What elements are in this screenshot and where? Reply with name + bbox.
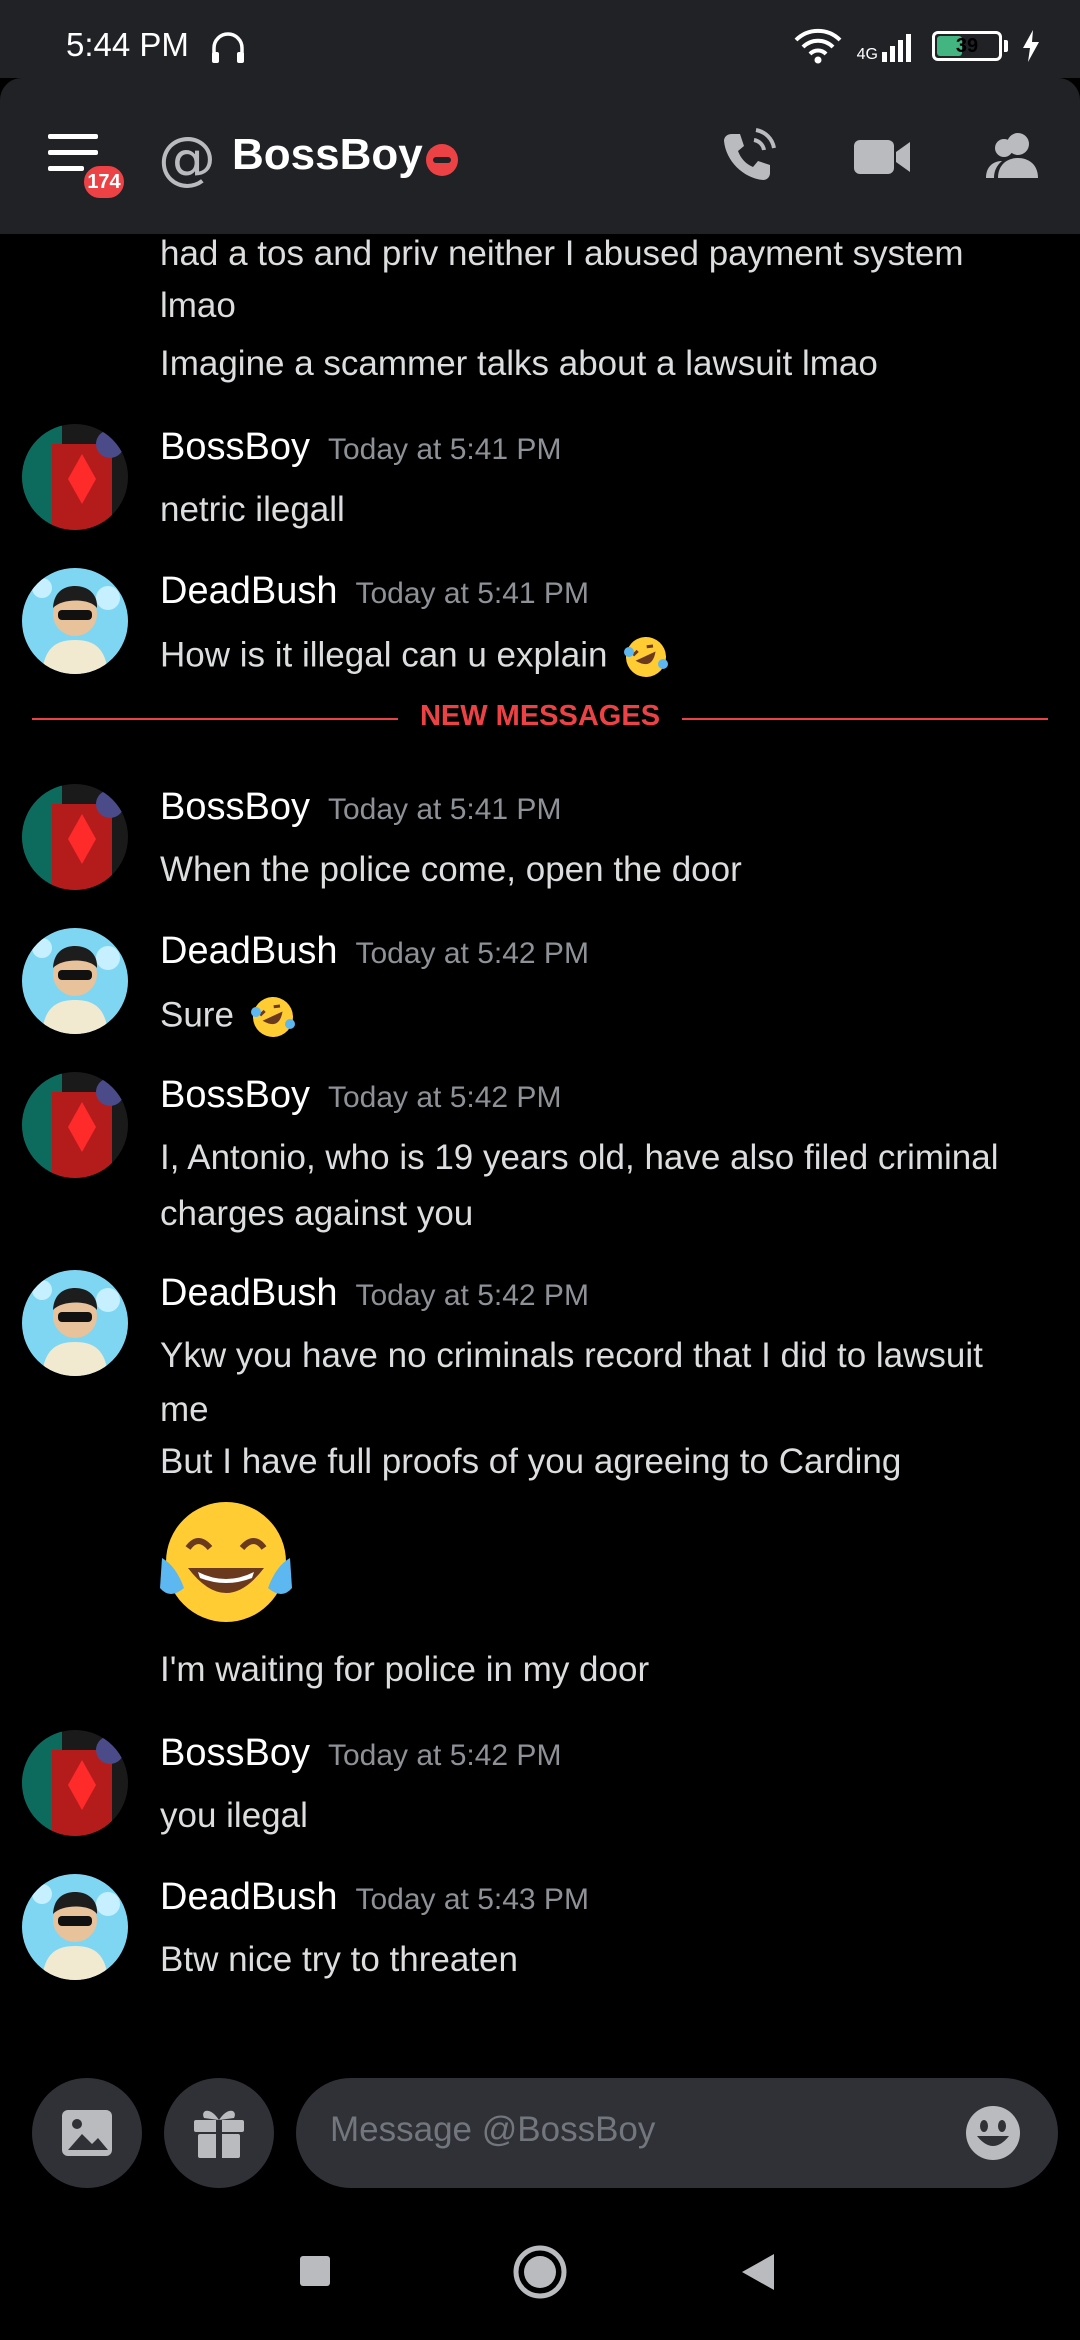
author-name[interactable]: BossBoy	[160, 1074, 310, 1116]
new-messages-divider: NEW MESSAGES	[0, 700, 1080, 733]
gift-icon	[194, 2110, 244, 2158]
message-text: I'm waiting for police in my door	[160, 1650, 650, 1689]
message-author[interactable]: DeadBush Today at 5:42 PM	[160, 1272, 589, 1315]
message-author[interactable]: BossBoy Today at 5:41 PM	[160, 426, 561, 469]
avatar-deadbush[interactable]	[22, 568, 128, 674]
message-input-placeholder: Message @BossBoy	[330, 2110, 656, 2149]
emoji-picker-icon[interactable]	[964, 2104, 1022, 2162]
charging-icon	[1023, 30, 1039, 62]
message-text: Imagine a scammer talks about a lawsuit …	[160, 344, 878, 383]
battery-tip	[1004, 40, 1008, 52]
message-timestamp: Today at 5:43 PM	[355, 1883, 589, 1916]
wifi-icon	[794, 28, 842, 64]
message-timestamp: Today at 5:42 PM	[327, 1081, 562, 1114]
message-text: Btw nice try to threaten	[160, 1940, 518, 1979]
message-text: Ykw you have no criminals record that I …	[160, 1336, 983, 1375]
avatar-bossboy[interactable]	[22, 784, 128, 890]
author-name[interactable]: DeadBush	[160, 930, 337, 972]
status-time: 5:44 PM	[66, 26, 189, 63]
message-text: Sure	[160, 994, 296, 1040]
message-timestamp: Today at 5:41 PM	[327, 433, 562, 466]
message-text: How is it illegal can u explain	[160, 634, 669, 680]
message-text: netric ilegall	[160, 490, 345, 529]
video-call-icon[interactable]	[852, 126, 914, 186]
message-author[interactable]: DeadBush Today at 5:42 PM	[160, 930, 589, 973]
message-input[interactable]: Message @BossBoy	[296, 2078, 1058, 2188]
message-timestamp: Today at 5:41 PM	[355, 577, 589, 610]
message-text: me	[160, 1390, 209, 1429]
avatar-bossboy[interactable]	[22, 1730, 128, 1836]
home-icon[interactable]	[512, 2244, 568, 2300]
dm-title: BossBoy	[232, 130, 423, 179]
message-text: charges against you	[160, 1194, 474, 1233]
recent-apps-icon[interactable]	[298, 2254, 332, 2288]
rofl-emoji-icon	[250, 997, 295, 1037]
members-icon[interactable]	[982, 126, 1044, 186]
status-bar: 5:44 PM 4G 39	[0, 0, 1080, 78]
message-text: lmao	[160, 286, 236, 325]
avatar-deadbush[interactable]	[22, 1874, 128, 1980]
message-text: you ilegal	[160, 1796, 308, 1835]
avatar-bossboy[interactable]	[22, 1072, 128, 1178]
avatar-deadbush[interactable]	[22, 928, 128, 1034]
joy-emoji-icon	[160, 1502, 292, 1622]
message-timestamp: Today at 5:42 PM	[327, 1739, 562, 1772]
message-author[interactable]: DeadBush Today at 5:43 PM	[160, 1876, 589, 1919]
unread-badge: 174	[80, 162, 128, 202]
message-author[interactable]: BossBoy Today at 5:41 PM	[160, 786, 561, 829]
voice-call-icon[interactable]	[718, 126, 778, 186]
status-indicators: 4G 39	[793, 28, 1040, 64]
message-author[interactable]: BossBoy Today at 5:42 PM	[160, 1732, 561, 1775]
back-icon[interactable]	[740, 2252, 776, 2292]
message-timestamp: Today at 5:42 PM	[355, 1279, 589, 1312]
android-nav-bar	[0, 2200, 1080, 2340]
signal-icon	[882, 34, 911, 62]
message-author[interactable]: DeadBush Today at 5:41 PM	[160, 570, 589, 613]
message-author[interactable]: BossBoy Today at 5:42 PM	[160, 1074, 561, 1117]
message-list[interactable]: had a tos and priv neither I abused paym…	[0, 234, 1080, 2070]
message-timestamp: Today at 5:41 PM	[327, 793, 562, 826]
gift-button[interactable]	[164, 2078, 274, 2188]
channel-header: 174 @ BossBoy	[0, 78, 1080, 234]
battery-icon: 39	[932, 31, 1002, 61]
author-name[interactable]: BossBoy	[160, 786, 310, 828]
author-name[interactable]: BossBoy	[160, 1732, 310, 1774]
message-text: I, Antonio, who is 19 years old, have al…	[160, 1138, 999, 1177]
avatar-deadbush[interactable]	[22, 1270, 128, 1376]
avatar-bossboy[interactable]	[22, 424, 128, 530]
message-text: When the police come, open the door	[160, 850, 742, 889]
message-text-content: Sure	[160, 995, 234, 1035]
message-composer: Message @BossBoy	[0, 2070, 1080, 2200]
message-text: But I have full proofs of you agreeing t…	[160, 1442, 902, 1481]
attach-image-button[interactable]	[32, 2078, 142, 2188]
headphone-icon	[212, 32, 244, 63]
battery-level: 39	[955, 34, 979, 57]
author-name[interactable]: DeadBush	[160, 570, 337, 612]
at-icon: @	[158, 124, 216, 192]
rofl-emoji-icon	[624, 637, 669, 677]
message-text-content: How is it illegal can u explain	[160, 635, 608, 675]
message-timestamp: Today at 5:42 PM	[355, 937, 589, 970]
message-text: had a tos and priv neither I abused paym…	[160, 234, 964, 273]
author-name[interactable]: BossBoy	[160, 426, 310, 468]
dnd-status-icon	[426, 144, 458, 176]
new-messages-label: NEW MESSAGES	[397, 700, 683, 732]
network-type: 4G	[856, 46, 878, 63]
author-name[interactable]: DeadBush	[160, 1272, 337, 1314]
image-icon	[62, 2110, 112, 2156]
author-name[interactable]: DeadBush	[160, 1876, 337, 1918]
